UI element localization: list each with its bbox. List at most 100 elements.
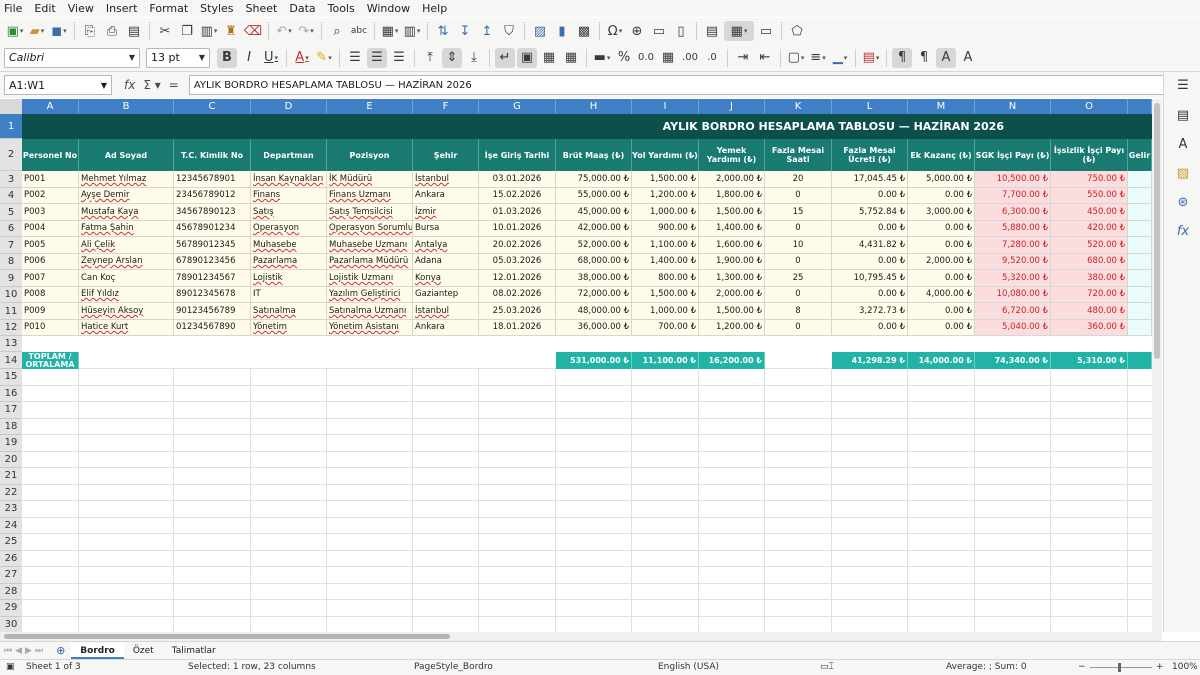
- table-cell[interactable]: 15.02.2026: [479, 188, 556, 204]
- table-cell[interactable]: 25.03.2026: [479, 303, 556, 320]
- table-cell[interactable]: 0.00 ₺: [832, 221, 908, 237]
- menu-view[interactable]: View: [68, 2, 94, 15]
- header-cell[interactable]: Brüt Maaş (₺): [556, 139, 632, 171]
- table-cell[interactable]: 0: [765, 287, 832, 303]
- table-cell[interactable]: 67890123456: [174, 254, 251, 270]
- zoom-slider[interactable]: [1090, 667, 1152, 668]
- header-cell[interactable]: Fazla Mesai Saati: [765, 139, 832, 171]
- export-pdf-icon[interactable]: ⎘: [80, 21, 100, 41]
- header-cell[interactable]: Personel No: [22, 139, 79, 171]
- table-cell[interactable]: 4,000.00 ₺: [908, 287, 975, 303]
- sort-ascending-icon[interactable]: ↧: [455, 21, 475, 41]
- table-cell[interactable]: Operasyon: [251, 221, 327, 237]
- table-cell[interactable]: 800.00 ₺: [632, 270, 699, 287]
- table-cell[interactable]: 5,000.00 ₺: [908, 171, 975, 188]
- table-cell[interactable]: 2,000.00 ₺: [699, 171, 765, 188]
- table-cell[interactable]: 1,200.00 ₺: [632, 188, 699, 204]
- table-cell[interactable]: 18.01.2026: [479, 320, 556, 336]
- row-header-12[interactable]: 12: [0, 320, 22, 336]
- sum-icon[interactable]: Σ ▾: [143, 78, 160, 92]
- table-cell[interactable]: Muhasebe: [251, 237, 327, 254]
- table-cell[interactable]: Lojistik: [251, 270, 327, 287]
- table-cell[interactable]: 0.00 ₺: [832, 254, 908, 270]
- table-cell[interactable]: 6,300.00 ₺: [975, 204, 1051, 221]
- table-cell[interactable]: Yönetim Asistanı: [327, 320, 413, 336]
- table-cell[interactable]: 5,880.00 ₺: [975, 221, 1051, 237]
- table-cell[interactable]: İzmir: [413, 204, 479, 221]
- header-cell[interactable]: SGK İşçi Payı (₺): [975, 139, 1051, 171]
- clone-formatting-icon[interactable]: ♜: [221, 21, 241, 41]
- table-cell[interactable]: 20.02.2026: [479, 237, 556, 254]
- font-name-combo[interactable]: Calibri ▼: [4, 47, 140, 68]
- number-format-icon[interactable]: 0.0: [636, 48, 656, 68]
- column-header-p[interactable]: [1128, 99, 1152, 114]
- table-cell[interactable]: 52,000.00 ₺: [556, 237, 632, 254]
- table-cell[interactable]: P001: [22, 171, 79, 188]
- table-cell[interactable]: 1,100.00 ₺: [632, 237, 699, 254]
- table-cell[interactable]: 45678901234: [174, 221, 251, 237]
- table-cell[interactable]: Lojistik Uzmanı: [327, 270, 413, 287]
- table-cell[interactable]: Konya: [413, 270, 479, 287]
- table-cell[interactable]: 5,320.00 ₺: [975, 270, 1051, 287]
- table-cell[interactable]: Ankara: [413, 320, 479, 336]
- zoom-in-icon[interactable]: +: [1156, 662, 1164, 672]
- column-header-e[interactable]: E: [327, 99, 413, 114]
- table-cell[interactable]: 0.00 ₺: [832, 320, 908, 336]
- table-cell[interactable]: Mustafa Kaya: [79, 204, 174, 221]
- align-top-icon[interactable]: ⤒: [420, 48, 440, 68]
- table-cell[interactable]: Finans: [251, 188, 327, 204]
- table-cell[interactable]: Antalya: [413, 237, 479, 254]
- menu-tools[interactable]: Tools: [328, 2, 355, 15]
- function-wizard-icon[interactable]: fx: [124, 78, 135, 92]
- row-header-17[interactable]: 17: [0, 402, 22, 419]
- table-cell[interactable]: Satış Temsilcisi: [327, 204, 413, 221]
- table-cell[interactable]: 1,800.00 ₺: [699, 188, 765, 204]
- column-header-b[interactable]: B: [79, 99, 174, 114]
- align-right-icon[interactable]: ☰: [389, 48, 409, 68]
- header-cell[interactable]: Departman: [251, 139, 327, 171]
- highlight-color-icon[interactable]: ✎ ▾: [314, 48, 334, 68]
- column-header-d[interactable]: D: [251, 99, 327, 114]
- row-header-2[interactable]: 2: [0, 139, 22, 171]
- redo-icon[interactable]: ↷ ▾: [296, 21, 316, 41]
- table-cell[interactable]: 720.00 ₺: [1051, 287, 1128, 303]
- insert-chart-icon[interactable]: ▮: [552, 21, 572, 41]
- table-cell[interactable]: 700.00 ₺: [632, 320, 699, 336]
- date-format-icon[interactable]: ▦: [658, 48, 678, 68]
- column-header-n[interactable]: N: [975, 99, 1051, 114]
- table-cell[interactable]: 12.01.2026: [479, 270, 556, 287]
- table-cell[interactable]: 42,000.00 ₺: [556, 221, 632, 237]
- underline-icon[interactable]: U ▾: [261, 48, 281, 68]
- sidebar-menu-icon[interactable]: ☰: [1173, 75, 1193, 95]
- table-cell[interactable]: 08.02.2026: [479, 287, 556, 303]
- row-header-27[interactable]: 27: [0, 567, 22, 584]
- table-cell[interactable]: 36,000.00 ₺: [556, 320, 632, 336]
- row-header-7[interactable]: 7: [0, 237, 22, 254]
- table-cell[interactable]: 480.00 ₺: [1051, 303, 1128, 320]
- table-cell[interactable]: 2,000.00 ₺: [908, 254, 975, 270]
- open-icon[interactable]: ▰ ▾: [27, 21, 47, 41]
- merge-center-icon[interactable]: ▣: [517, 47, 537, 68]
- row-header-21[interactable]: 21: [0, 468, 22, 485]
- row-icon[interactable]: ▦ ▾: [380, 21, 400, 41]
- header-cell[interactable]: Şehir: [413, 139, 479, 171]
- save-icon[interactable]: ◼ ▾: [49, 21, 69, 41]
- navigator-icon[interactable]: ⊛: [1173, 192, 1193, 212]
- formula-input[interactable]: AYLIK BORDRO HESAPLAMA TABLOSU — HAZİRAN…: [188, 75, 1165, 95]
- text-direction-vertical-icon[interactable]: A: [958, 48, 978, 68]
- last-sheet-icon[interactable]: ⏭: [35, 646, 43, 656]
- language[interactable]: English (USA): [658, 662, 719, 672]
- delete-decimal-icon[interactable]: .0: [702, 48, 722, 68]
- zoom-level[interactable]: 100%: [1172, 662, 1198, 672]
- zoom-out-icon[interactable]: −: [1078, 662, 1086, 672]
- table-cell[interactable]: 89012345678: [174, 287, 251, 303]
- table-cell[interactable]: 45,000.00 ₺: [556, 204, 632, 221]
- table-cell[interactable]: 10,795.45 ₺: [832, 270, 908, 287]
- table-cell[interactable]: 01.03.2026: [479, 204, 556, 221]
- freeze-rows-columns-icon[interactable]: ▦ ▾: [724, 21, 754, 41]
- table-cell[interactable]: 5,752.84 ₺: [832, 204, 908, 221]
- table-cell[interactable]: 1,500.00 ₺: [632, 171, 699, 188]
- clear-formatting-icon[interactable]: ⌫: [243, 21, 263, 41]
- tab-talimatlar[interactable]: Talimatlar: [163, 643, 225, 659]
- align-center-icon[interactable]: ☰: [367, 47, 387, 68]
